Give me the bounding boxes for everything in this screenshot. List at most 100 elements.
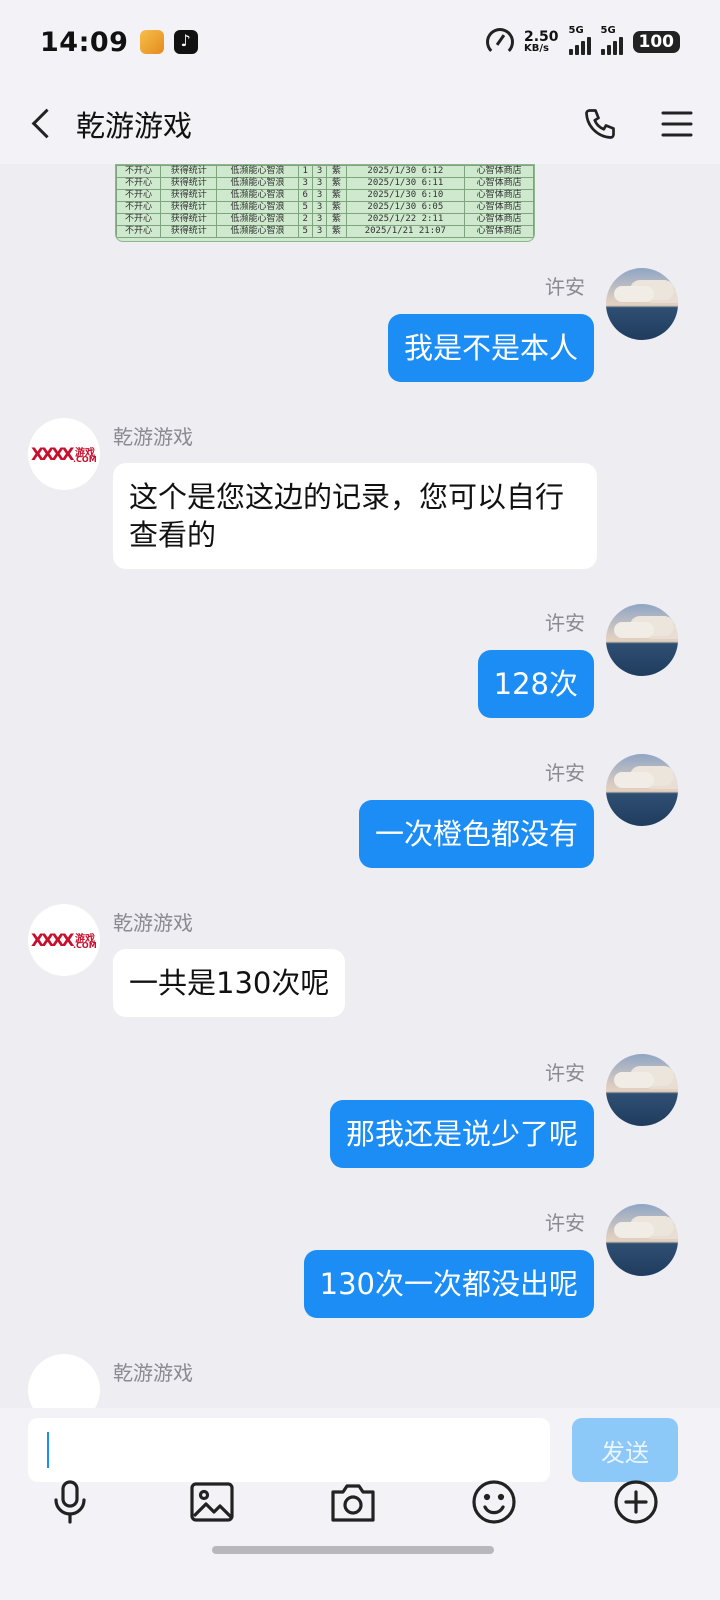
screenshot-cell: 获得统计 (160, 201, 218, 214)
screenshot-row: 不开心 获得统计 低濒能心智浪 5 3 紫 2025/1/21 21:07 心智体商店 (116, 225, 534, 238)
screenshot-cell: 3 (311, 189, 328, 202)
screenshot-cell: 5 (297, 201, 313, 214)
avatar[interactable] (606, 754, 678, 826)
message-bubble[interactable]: 130次一次都没出呢 (303, 1250, 594, 1318)
menu-icon[interactable] (660, 109, 694, 139)
screenshot-cell: 获得统计 (160, 213, 218, 226)
screenshot-cell: 紫 (326, 225, 347, 238)
screenshot-cell: 获得统计 (160, 165, 218, 178)
screenshot-cell: 2025/1/30 6:12 (345, 165, 466, 178)
screenshot-table: 不开心 获得统计 低濒能心智浪 1 3 紫 2025/1/30 6:12 心智体商店 不开心 获得… (116, 165, 534, 238)
microphone-icon[interactable] (46, 1478, 94, 1526)
screenshot-cell: 心智体商店 (464, 213, 534, 226)
sender-name: 乾游游戏 (113, 911, 193, 935)
sender-name: 许安 (545, 1211, 585, 1235)
input-toolbar (0, 1468, 720, 1548)
screenshot-cell: 2025/1/21 21:07 (345, 225, 466, 238)
screenshot-cell: 2025/1/30 6:05 (345, 201, 466, 214)
signal-icon: 5G (600, 25, 623, 55)
screenshot-cell: 心智体商店 (464, 165, 534, 178)
screenshot-cell: 不开心 (116, 225, 162, 238)
screenshot-cell: 心智体商店 (464, 189, 534, 202)
avatar[interactable] (606, 1054, 678, 1126)
header-actions (582, 106, 694, 142)
app-icon (140, 30, 165, 54)
screenshot-cell: 不开心 (116, 201, 162, 214)
screenshot-row: 不开心 获得统计 低濒能心智浪 3 3 紫 2025/1/30 6:11 心智体商店 (116, 177, 534, 190)
screenshot-cell: 低濒能心智浪 (216, 201, 299, 214)
phone-icon[interactable] (582, 106, 618, 142)
speed-icon (485, 28, 514, 56)
image-message-screenshot[interactable]: 不开心 获得统计 低濒能心智浪 1 3 紫 2025/1/30 6:12 心智体商店 不开心 获得… (115, 164, 535, 242)
qianyou-logo: XXXX 游戏 .COM (29, 443, 99, 465)
image-icon[interactable] (188, 1478, 236, 1526)
avatar[interactable] (606, 604, 678, 676)
avatar[interactable] (28, 1354, 100, 1408)
message-bubble[interactable]: 一次橙色都没有 (358, 800, 594, 868)
emoji-icon[interactable] (470, 1478, 518, 1526)
chat-header: 乾游游戏 (0, 84, 720, 164)
message-list[interactable]: 不开心 获得统计 低濒能心智浪 1 3 紫 2025/1/30 6:12 心智体商店 不开心 获得… (0, 164, 720, 1408)
camera-icon[interactable] (329, 1478, 377, 1526)
screenshot-cell: 2 (297, 213, 313, 226)
screenshot-cell: 获得统计 (160, 177, 218, 190)
sender-name: 许安 (545, 1061, 585, 1085)
screenshot-cell: 3 (297, 177, 313, 190)
screenshot-row: 不开心 获得统计 低濒能心智浪 6 3 紫 2025/1/30 6:10 心智体商店 (116, 189, 534, 202)
screenshot-cell: 不开心 (116, 177, 162, 190)
net-speed-unit: KB/s (523, 43, 549, 54)
chat-title: 乾游游戏 (76, 109, 193, 143)
screenshot-cell: 紫 (326, 201, 347, 214)
screenshot-cell: 3 (311, 177, 328, 190)
sender-name: 乾游游戏 (113, 425, 193, 449)
screenshot-cell: 2025/1/30 6:11 (345, 177, 466, 190)
screenshot-row: 不开心 获得统计 低濒能心智浪 1 3 紫 2025/1/30 6:12 心智体商店 (116, 165, 534, 178)
sender-name: 许安 (545, 611, 585, 635)
message-bubble[interactable]: 一共是130次呢 (113, 949, 346, 1017)
screenshot-cell: 3 (311, 201, 328, 214)
screenshot-cell: 3 (311, 213, 328, 226)
screenshot-cell: 紫 (326, 189, 347, 202)
avatar[interactable] (606, 268, 678, 340)
screenshot-cell: 2025/1/30 6:10 (345, 189, 466, 202)
status-time: 14:09 (40, 26, 129, 58)
screenshot-cell: 紫 (326, 213, 347, 226)
avatar[interactable] (606, 1204, 678, 1276)
net-speed-value: 2.50 (523, 29, 559, 45)
screenshot-row: 不开心 获得统计 低濒能心智浪 2 3 紫 2025/1/22 2:11 心智体商店 (116, 213, 534, 226)
input-bar: 发送 (0, 1408, 720, 1600)
signal-label: 5G (568, 25, 584, 36)
status-indicators: 2.50 KB/s 5G 5G 100 (485, 25, 680, 56)
back-icon[interactable] (26, 104, 56, 144)
logo-domain: .COM (73, 455, 97, 464)
screenshot-cell: 心智体商店 (464, 225, 534, 238)
screenshot-cell: 3 (311, 165, 328, 178)
logo-mark: XXXX (31, 445, 74, 465)
screenshot-cell: 低濒能心智浪 (216, 189, 299, 202)
plus-icon[interactable] (612, 1478, 660, 1526)
screenshot-cell: 心智体商店 (464, 177, 534, 190)
message-bubble[interactable]: 那我还是说少了呢 (329, 1100, 594, 1168)
screenshot-cell: 低濒能心智浪 (216, 213, 299, 226)
text-caret (47, 1432, 49, 1468)
message-bubble[interactable]: 128次 (477, 650, 594, 718)
screenshot-cell: 获得统计 (160, 189, 218, 202)
screenshot-cell: 心智体商店 (464, 201, 534, 214)
sender-name: 许安 (545, 761, 585, 785)
logo-mark: XXXX (31, 931, 74, 951)
screenshot-cell: 1 (297, 165, 313, 178)
qianyou-logo: XXXX 游戏 .COM (29, 929, 99, 951)
screenshot-cell: 低濒能心智浪 (216, 225, 299, 238)
sender-name: 乾游游戏 (113, 1361, 193, 1385)
message-bubble[interactable]: 这个是您这边的记录，您可以自行查看的 (113, 463, 597, 569)
net-speed: 2.50 KB/s (524, 30, 559, 54)
screenshot-cell: 紫 (326, 165, 347, 178)
screenshot-cell: 低濒能心智浪 (216, 165, 299, 178)
screenshot-cell: 2025/1/22 2:11 (345, 213, 466, 226)
message-bubble[interactable]: 我是不是本人 (387, 314, 594, 382)
screenshot-cell: 获得统计 (160, 225, 218, 238)
home-indicator[interactable] (212, 1546, 494, 1554)
screenshot-cell: 不开心 (116, 165, 162, 178)
avatar[interactable]: XXXX 游戏 .COM (28, 418, 100, 490)
avatar[interactable]: XXXX 游戏 .COM (28, 904, 100, 976)
